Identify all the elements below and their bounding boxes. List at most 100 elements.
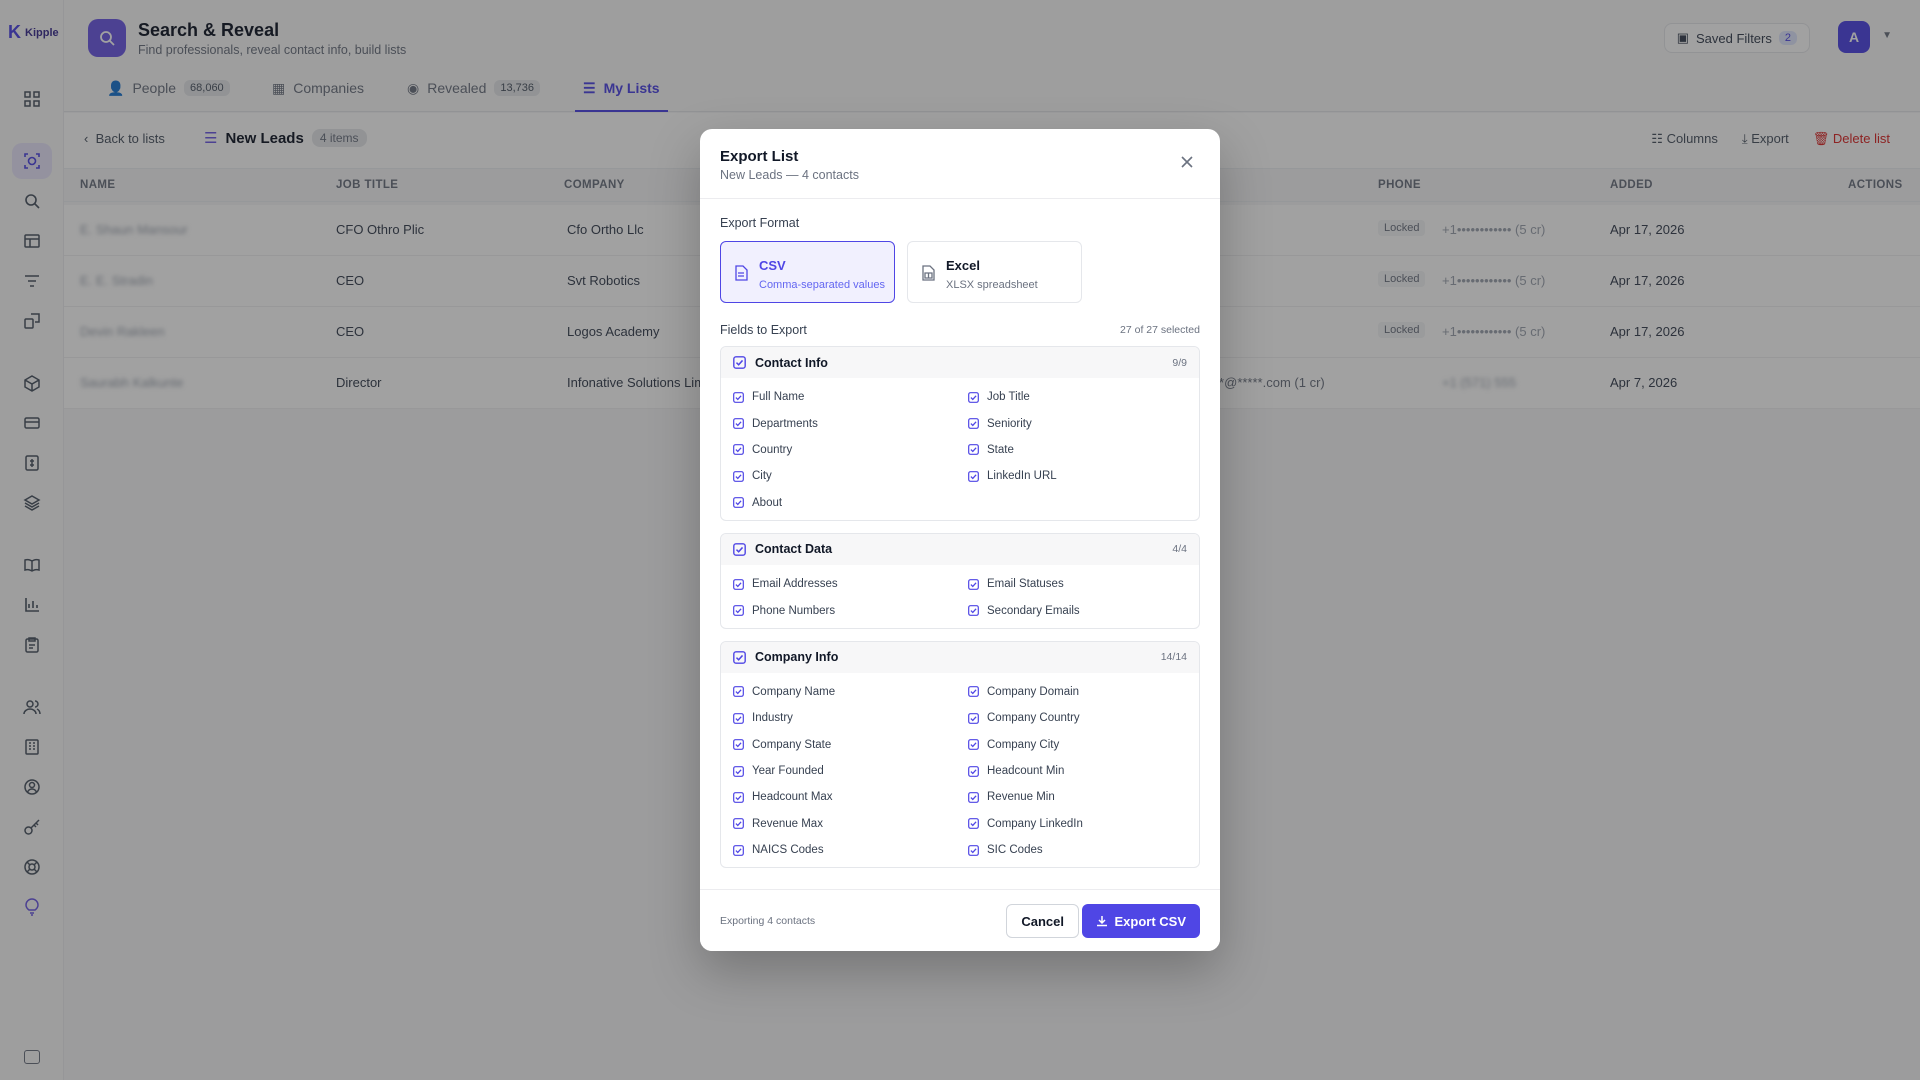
field-label: Revenue Min bbox=[987, 791, 1055, 804]
dialog-footer: Exporting 4 contacts Cancel Export CSV bbox=[700, 889, 1220, 951]
group-fields: Company Name Company Domain Industry Compan… bbox=[721, 673, 1199, 868]
group-header[interactable]: Contact Info 9/9 bbox=[721, 347, 1199, 378]
group-count: 14/14 bbox=[1160, 651, 1187, 664]
export-csv-button[interactable]: Export CSV bbox=[1082, 904, 1200, 938]
field-option[interactable]: Job Title bbox=[968, 384, 1188, 410]
checkbox-icon[interactable] bbox=[733, 497, 744, 509]
fields-label: Fields to Export bbox=[720, 323, 807, 337]
group-checkbox-icon[interactable] bbox=[733, 356, 746, 369]
group-checkbox-icon[interactable] bbox=[733, 543, 746, 556]
field-option[interactable]: Secondary Emails bbox=[968, 597, 1188, 623]
checkbox-icon[interactable] bbox=[733, 792, 744, 803]
field-option[interactable]: Company LinkedIn bbox=[968, 811, 1188, 837]
export-list-dialog: Export List New Leads — 4 contacts Expor… bbox=[700, 129, 1220, 951]
field-option[interactable]: NAICS Codes bbox=[733, 837, 968, 863]
field-group-company-info: Company Info 14/14 Company Name Company Dom… bbox=[720, 640, 1200, 869]
checkbox-icon[interactable] bbox=[968, 765, 979, 777]
field-label: Seniority bbox=[987, 417, 1032, 430]
field-option[interactable]: Company Domain bbox=[968, 679, 1188, 705]
dialog-body: Export Format CSV Comma-separated values… bbox=[700, 199, 1220, 869]
field-option[interactable]: Country bbox=[733, 437, 968, 463]
field-label: Job Title bbox=[987, 391, 1030, 404]
checkbox-icon[interactable] bbox=[733, 739, 744, 751]
field-option[interactable]: Year Founded bbox=[733, 758, 968, 784]
checkbox-icon[interactable] bbox=[968, 470, 979, 482]
group-title: Contact Data bbox=[755, 542, 833, 557]
field-label: Full Name bbox=[752, 391, 805, 404]
checkbox-icon[interactable] bbox=[968, 712, 979, 724]
field-option[interactable]: About bbox=[733, 490, 968, 516]
field-label: About bbox=[752, 496, 783, 509]
checkbox-icon[interactable] bbox=[968, 578, 979, 590]
field-option[interactable]: Phone Numbers bbox=[733, 597, 968, 623]
field-groups: Contact Info 9/9 Full Name Job Title Departm… bbox=[720, 346, 1200, 869]
field-option[interactable]: City bbox=[733, 463, 968, 489]
field-option[interactable]: Revenue Max bbox=[733, 811, 968, 837]
field-label: Email Addresses bbox=[752, 578, 838, 591]
field-option[interactable]: Full Name bbox=[733, 384, 968, 410]
checkbox-icon[interactable] bbox=[968, 739, 979, 751]
field-option[interactable]: Headcount Max bbox=[733, 784, 968, 810]
group-fields: Email Addresses Email Statuses Phone Numbe… bbox=[721, 565, 1199, 628]
field-option[interactable]: Revenue Min bbox=[968, 784, 1188, 810]
format-option-csv[interactable]: CSV Comma-separated values bbox=[720, 241, 895, 303]
checkbox-icon[interactable] bbox=[733, 578, 744, 590]
field-option[interactable]: Headcount Min bbox=[968, 758, 1188, 784]
cancel-button[interactable]: Cancel bbox=[1006, 904, 1079, 938]
checkbox-icon[interactable] bbox=[968, 792, 979, 803]
checkbox-icon[interactable] bbox=[968, 605, 979, 616]
field-option[interactable]: Company State bbox=[733, 732, 968, 758]
export-csv-label: Export CSV bbox=[1114, 913, 1186, 929]
format-desc: XLSX spreadsheet bbox=[946, 279, 1038, 291]
checkbox-icon[interactable] bbox=[733, 391, 744, 403]
checkbox-icon[interactable] bbox=[968, 418, 979, 429]
checkbox-icon[interactable] bbox=[968, 844, 979, 856]
checkbox-icon[interactable] bbox=[733, 470, 744, 482]
field-label: Country bbox=[752, 443, 793, 456]
field-label: Industry bbox=[752, 712, 793, 725]
checkbox-icon[interactable] bbox=[733, 418, 744, 429]
group-header[interactable]: Contact Data 4/4 bbox=[721, 533, 1199, 565]
checkbox-icon[interactable] bbox=[968, 391, 979, 403]
dialog-header: Export List New Leads — 4 contacts bbox=[700, 129, 1220, 199]
field-option[interactable]: Company Name bbox=[733, 679, 968, 705]
field-option[interactable]: Email Addresses bbox=[733, 571, 968, 597]
checkbox-icon[interactable] bbox=[733, 844, 744, 856]
checkbox-icon[interactable] bbox=[733, 712, 744, 724]
group-header[interactable]: Company Info 14/14 bbox=[721, 641, 1199, 673]
close-icon[interactable] bbox=[1180, 155, 1194, 169]
fields-selected-count: 27 of 27 selected bbox=[1120, 324, 1200, 336]
field-option[interactable]: Company City bbox=[968, 732, 1188, 758]
format-name: Excel bbox=[946, 258, 980, 273]
field-label: Secondary Emails bbox=[987, 604, 1080, 617]
dialog-subtitle: New Leads — 4 contacts bbox=[720, 168, 859, 182]
field-label: City bbox=[752, 470, 772, 483]
format-desc: Comma-separated values bbox=[759, 279, 885, 291]
field-label: NAICS Codes bbox=[752, 844, 824, 857]
field-option[interactable]: Email Statuses bbox=[968, 571, 1188, 597]
checkbox-icon[interactable] bbox=[733, 765, 744, 777]
checkbox-icon[interactable] bbox=[733, 605, 744, 616]
format-name: CSV bbox=[759, 258, 786, 273]
field-option[interactable]: Departments bbox=[733, 410, 968, 436]
field-option[interactable]: LinkedIn URL bbox=[968, 463, 1188, 489]
fields-header: Fields to Export 27 of 27 selected bbox=[720, 323, 1200, 337]
group-checkbox-icon[interactable] bbox=[733, 650, 746, 664]
checkbox-icon[interactable] bbox=[733, 818, 744, 830]
field-option[interactable]: Seniority bbox=[968, 410, 1188, 436]
field-option[interactable]: Company Country bbox=[968, 705, 1188, 731]
checkbox-icon[interactable] bbox=[968, 818, 979, 830]
field-label: Company State bbox=[752, 738, 832, 751]
file-text-icon bbox=[735, 265, 748, 281]
checkbox-icon[interactable] bbox=[733, 444, 744, 456]
field-option[interactable]: Industry bbox=[733, 705, 968, 731]
format-option-excel[interactable]: Excel XLSX spreadsheet bbox=[907, 241, 1082, 303]
field-group-contact-data: Contact Data 4/4 Email Addresses Email Stat… bbox=[720, 532, 1200, 629]
checkbox-icon[interactable] bbox=[968, 444, 979, 456]
checkbox-icon[interactable] bbox=[968, 686, 979, 698]
field-option[interactable]: SIC Codes bbox=[968, 837, 1188, 863]
field-label: State bbox=[987, 443, 1014, 456]
field-label: LinkedIn URL bbox=[987, 470, 1057, 483]
field-option[interactable]: State bbox=[968, 437, 1188, 463]
checkbox-icon[interactable] bbox=[733, 686, 744, 698]
